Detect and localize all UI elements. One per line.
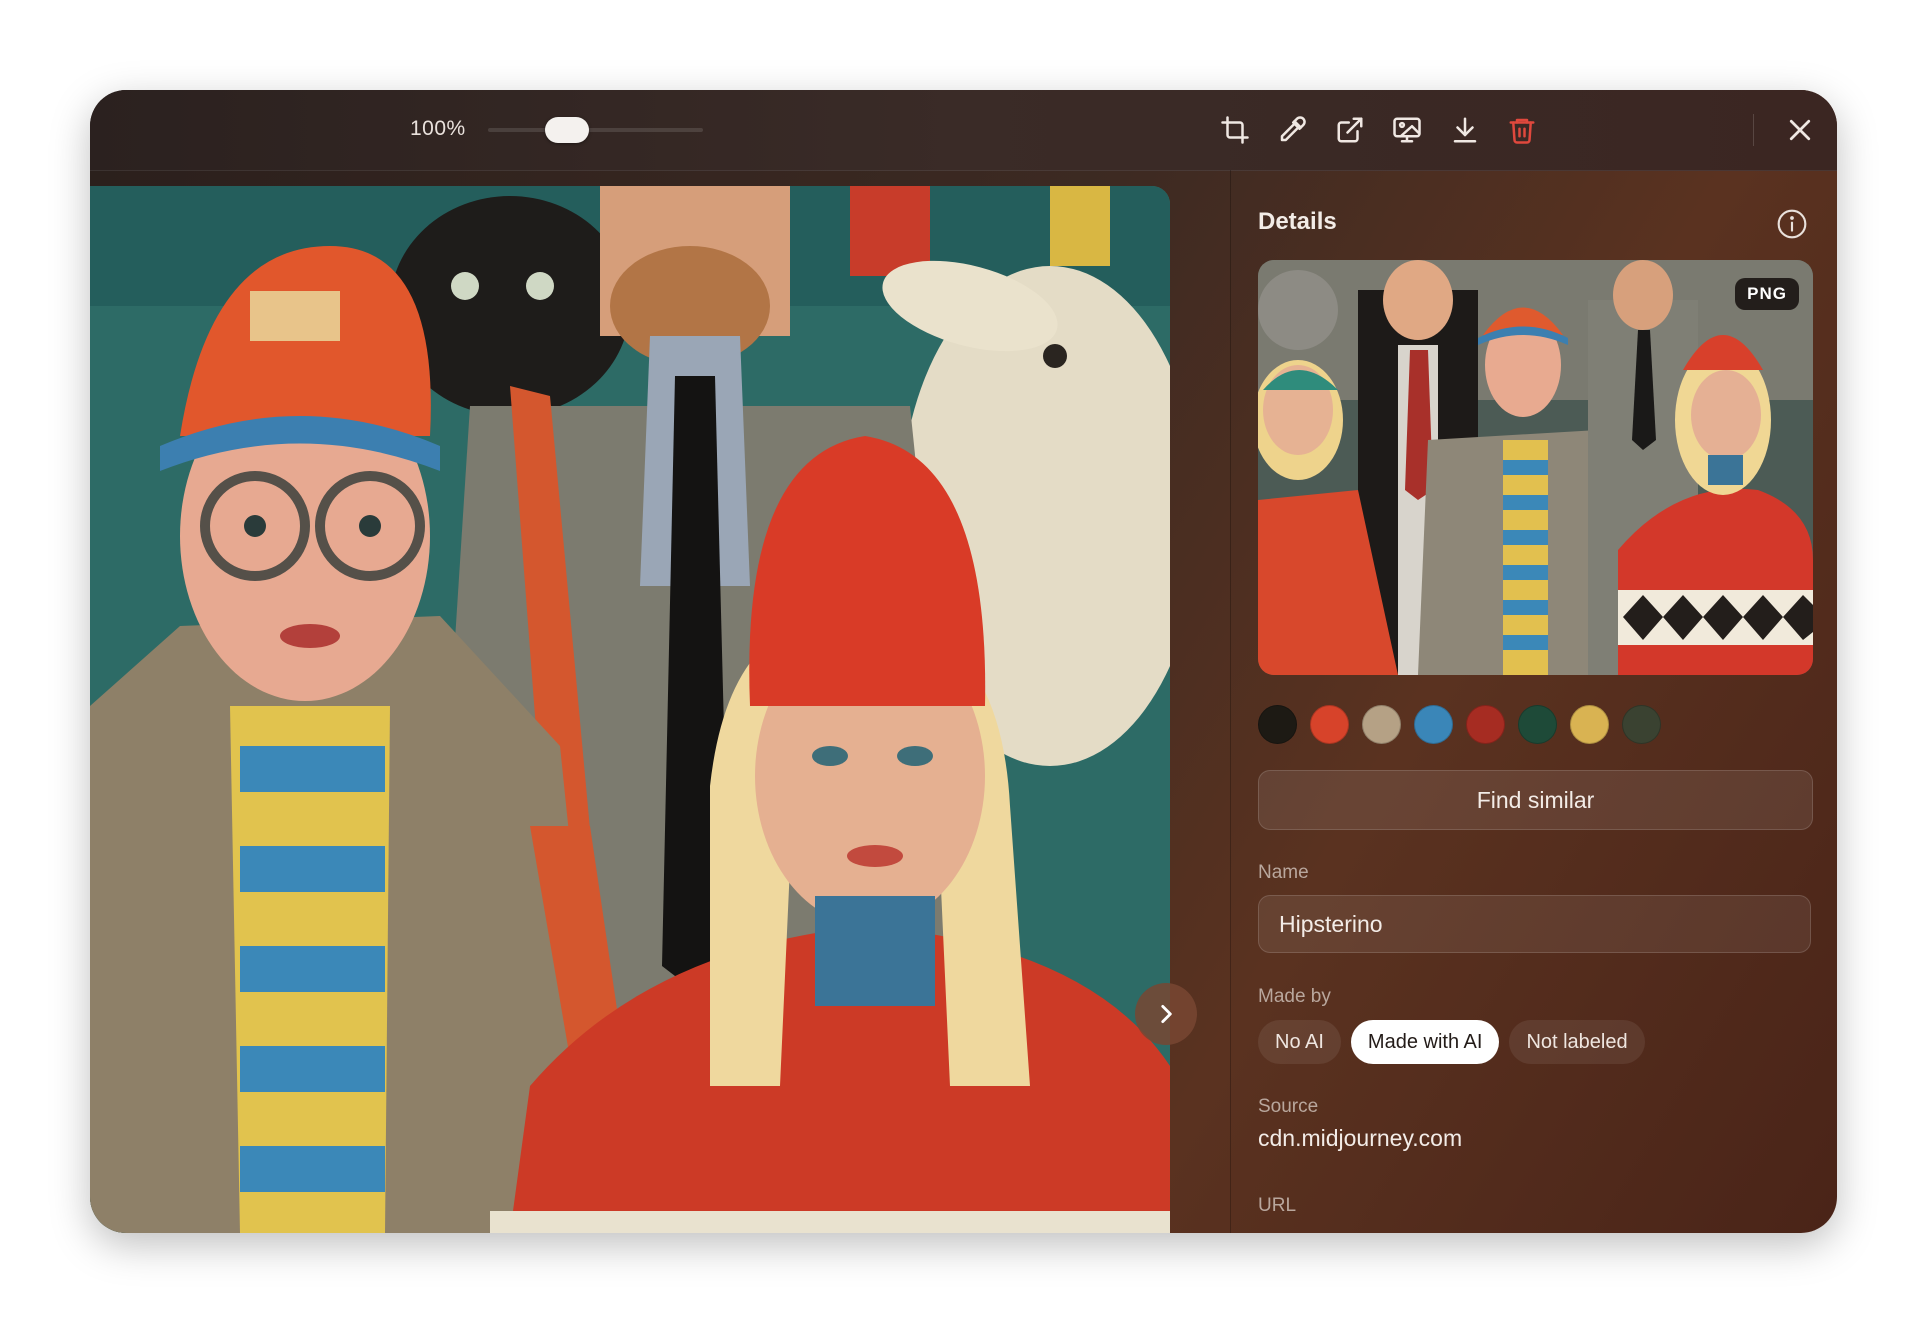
palette-swatch[interactable] [1518,705,1557,744]
crop-icon [1221,116,1249,144]
info-icon[interactable] [1776,208,1808,240]
zoom-level-label: 100% [410,117,466,140]
palette-swatch[interactable] [1466,705,1505,744]
download-icon [1453,117,1477,143]
made-by-options: No AI Made with AI Not labeled [1258,1020,1645,1064]
thumbnail-illustration [1258,260,1813,675]
zoom-slider-track[interactable] [488,128,703,132]
format-badge: PNG [1735,278,1799,310]
palette-swatch[interactable] [1570,705,1609,744]
made-by-made-with-ai[interactable]: Made with AI [1350,1020,1500,1064]
download-button[interactable] [1445,110,1485,150]
palette-swatch[interactable] [1310,705,1349,744]
source-value: cdn.midjourney.com [1258,1125,1463,1151]
zoom-slider-thumb[interactable] [545,117,589,143]
set-wallpaper-icon [1393,117,1421,143]
find-similar-button[interactable]: Find similar [1258,770,1813,830]
image-thumbnail: PNG [1258,260,1813,675]
crop-button[interactable] [1215,110,1255,150]
made-by-label: Made by [1258,986,1331,1007]
painting-illustration [90,186,1170,1233]
palette-swatch[interactable] [1258,705,1297,744]
toolbar-divider [1753,114,1754,146]
open-external-button[interactable] [1330,110,1370,150]
palette-swatch[interactable] [1622,705,1661,744]
color-palette [1258,705,1661,744]
set-wallpaper-button[interactable] [1387,110,1427,150]
palette-swatch[interactable] [1362,705,1401,744]
source-label: Source [1258,1096,1319,1117]
next-image-button[interactable] [1135,983,1197,1045]
close-icon [1789,119,1811,141]
name-label: Name [1258,862,1309,883]
delete-button[interactable] [1502,110,1542,150]
name-input[interactable] [1258,895,1811,953]
image-viewer-window: 100% Details PNG Find similar Name Hipst… [90,90,1837,1233]
color-picker-button[interactable] [1272,110,1312,150]
close-button[interactable] [1780,110,1820,150]
details-panel: Details PNG Find similar Name Hipsterino… [1230,170,1837,1233]
image-stage [90,170,1230,1233]
palette-swatch[interactable] [1414,705,1453,744]
main-image[interactable] [90,186,1170,1233]
eyedropper-icon [1280,116,1306,142]
trash-icon [1509,118,1535,144]
chevron-right-icon [1161,1005,1172,1023]
open-external-icon [1337,117,1363,143]
toolbar: 100% [90,90,1837,171]
made-by-not-labeled[interactable]: Not labeled [1509,1020,1645,1064]
made-by-no-ai[interactable]: No AI [1258,1020,1341,1064]
details-title: Details [1258,208,1337,235]
url-label: URL [1258,1195,1297,1216]
